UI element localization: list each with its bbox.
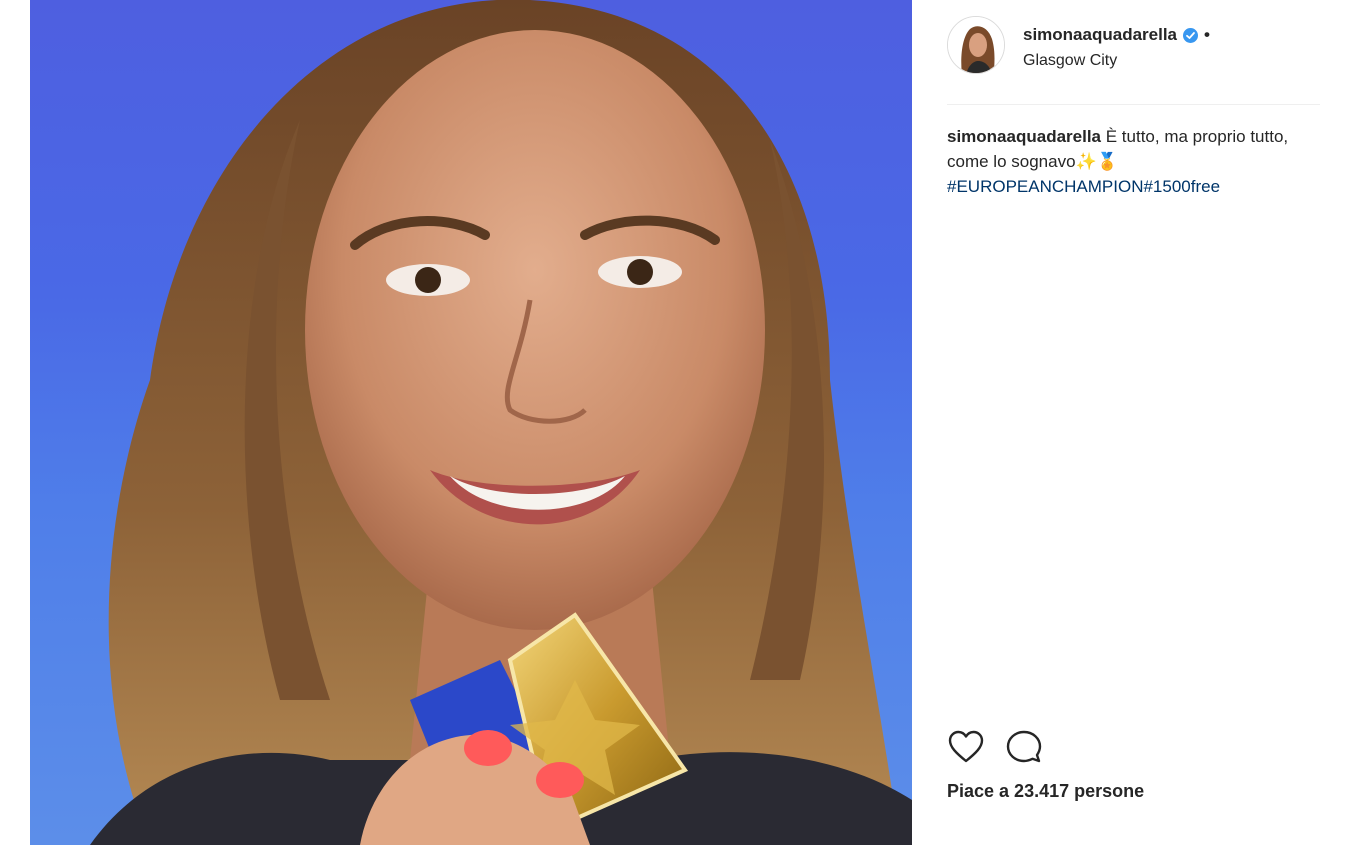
heart-icon (948, 730, 984, 763)
hashtags-link[interactable]: #EUROPEANCHAMPION#1500free (947, 177, 1220, 196)
username[interactable]: simonaaquadarella (1023, 25, 1177, 45)
photo-illustration (90, 0, 912, 845)
like-button[interactable] (947, 728, 985, 766)
post-header: simonaaquadarella • Glasgow City (947, 16, 1320, 105)
comment-bubble-icon (1006, 730, 1042, 763)
avatar-image (948, 17, 1004, 73)
likes-count[interactable]: Piace a 23.417 persone (947, 781, 1144, 802)
caption: simonaaquadarella È tutto, ma proprio tu… (947, 124, 1320, 199)
caption-username[interactable]: simonaaquadarella (947, 127, 1101, 146)
action-bar (947, 728, 1043, 766)
post-photo[interactable] (30, 0, 912, 845)
comment-button[interactable] (1005, 728, 1043, 766)
location-link[interactable]: Glasgow City (1023, 52, 1117, 70)
verified-badge-icon (1183, 27, 1199, 43)
post-sidebar: simonaaquadarella • Glasgow City simonaa… (912, 0, 1350, 845)
avatar[interactable] (947, 16, 1005, 74)
separator-dot: • (1204, 25, 1210, 44)
